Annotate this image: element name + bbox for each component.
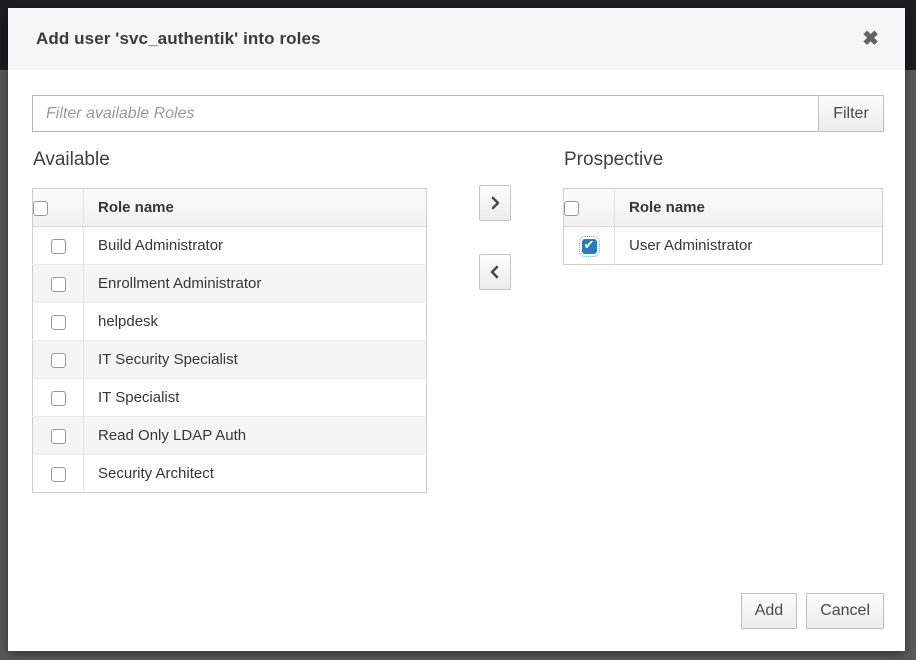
role-name: helpdesk: [84, 303, 427, 341]
filter-input[interactable]: [32, 95, 819, 132]
table-row: Build Administrator: [33, 227, 427, 265]
prospective-roles-table: Role name User Administrator: [563, 188, 883, 265]
add-roles-dialog: Add user 'svc_authentik' into roles ✖ Fi…: [8, 8, 905, 651]
table-row: IT Security Specialist: [33, 341, 427, 379]
available-heading: Available: [33, 147, 427, 173]
checkbox-cell: [33, 227, 84, 265]
row-checkbox[interactable]: [51, 277, 66, 292]
role-name: Build Administrator: [84, 227, 427, 265]
dialog-body: Filter Available Prospective Role name B: [8, 70, 905, 493]
row-checkbox[interactable]: [51, 315, 66, 330]
table-row: User Administrator: [564, 227, 883, 265]
table-row: Security Architect: [33, 455, 427, 493]
role-name: Enrollment Administrator: [84, 265, 427, 303]
row-checkbox[interactable]: [51, 391, 66, 406]
row-checkbox[interactable]: [51, 429, 66, 444]
checkbox-header-cell: [33, 189, 84, 227]
checkbox-cell: [33, 341, 84, 379]
add-button[interactable]: Add: [741, 593, 797, 629]
filter-group: Filter: [32, 95, 884, 132]
move-right-button[interactable]: [479, 185, 511, 221]
available-roles-section: Role name Build AdministratorEnrollment …: [32, 188, 427, 493]
table-header-row: Role name: [33, 189, 427, 227]
table-row: helpdesk: [33, 303, 427, 341]
row-checkbox[interactable]: [582, 239, 597, 254]
prospective-heading: Prospective: [564, 147, 883, 173]
table-row: Read Only LDAP Auth: [33, 417, 427, 455]
dialog-header: Add user 'svc_authentik' into roles ✖: [8, 8, 905, 70]
select-all-checkbox[interactable]: [33, 201, 48, 216]
cancel-button[interactable]: Cancel: [806, 593, 884, 629]
table-row: IT Specialist: [33, 379, 427, 417]
filter-button[interactable]: Filter: [818, 95, 884, 132]
dual-list-panel: Available Prospective Role name Build Ad…: [32, 147, 884, 493]
available-roles-table: Role name Build AdministratorEnrollment …: [32, 188, 427, 493]
checkbox-cell: [33, 417, 84, 455]
chevron-left-icon: [488, 265, 502, 279]
table-row: Enrollment Administrator: [33, 265, 427, 303]
table-header-row: Role name: [564, 189, 883, 227]
row-checkbox[interactable]: [51, 467, 66, 482]
close-icon[interactable]: ✖: [862, 29, 879, 49]
checkbox-cell: [33, 265, 84, 303]
chevron-right-icon: [488, 196, 502, 210]
role-name: IT Specialist: [84, 379, 427, 417]
checkbox-cell: [33, 303, 84, 341]
move-left-button[interactable]: [479, 254, 511, 290]
role-name: IT Security Specialist: [84, 341, 427, 379]
dialog-title: Add user 'svc_authentik' into roles: [36, 29, 321, 49]
transfer-buttons: [427, 185, 563, 493]
column-header-role-name: Role name: [615, 189, 883, 227]
dialog-footer: Add Cancel: [741, 593, 884, 629]
row-checkbox[interactable]: [51, 353, 66, 368]
role-name: Read Only LDAP Auth: [84, 417, 427, 455]
role-name: Security Architect: [84, 455, 427, 493]
checkbox-cell: [33, 455, 84, 493]
select-all-checkbox[interactable]: [564, 201, 579, 216]
checkbox-cell: [33, 379, 84, 417]
column-header-role-name: Role name: [84, 189, 427, 227]
checkbox-header-cell: [564, 189, 615, 227]
prospective-roles-section: Role name User Administrator: [563, 188, 883, 493]
checkbox-cell: [564, 227, 615, 265]
role-name: User Administrator: [615, 227, 883, 265]
row-checkbox[interactable]: [51, 239, 66, 254]
